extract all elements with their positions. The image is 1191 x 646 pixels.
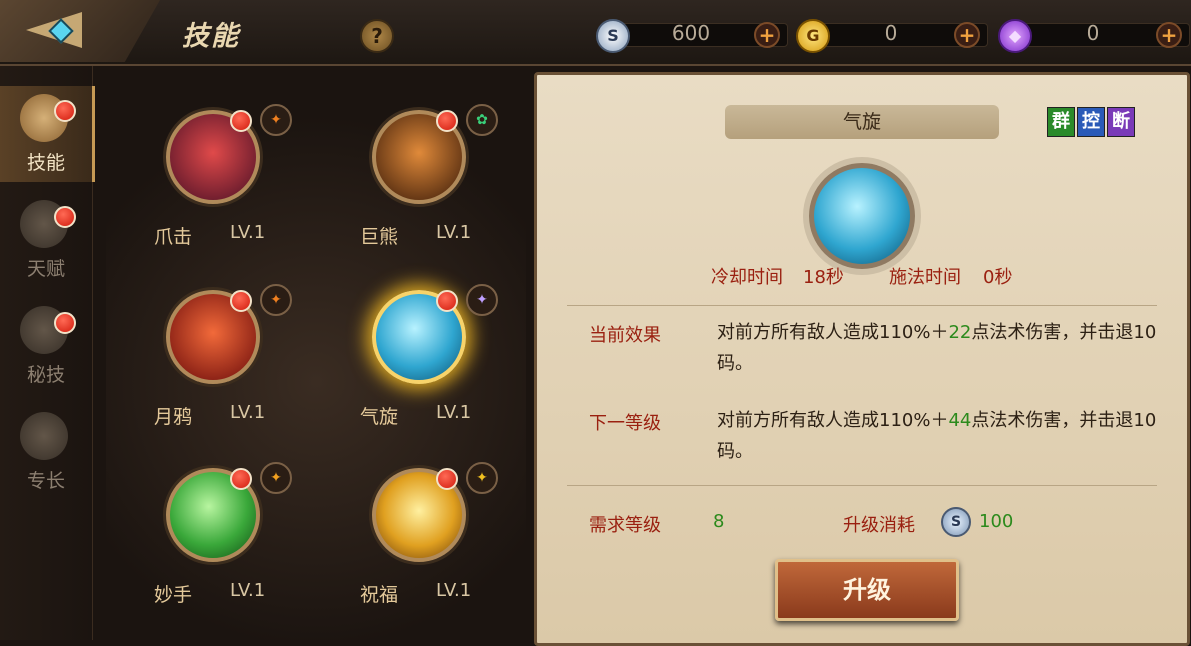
desc-text: 对前方所有敌人造成110%＋ [717, 410, 949, 431]
notification-dot [230, 468, 252, 490]
add-silver-button[interactable]: + [754, 22, 780, 48]
paw-icon: ✿ [466, 104, 498, 136]
nav-label: 专长 [26, 470, 65, 492]
notification-dot [436, 290, 458, 312]
flame-icon: ✦ [260, 284, 292, 316]
top-bar: 技能 ? S 600 + G 0 + ◆ 0 + [0, 0, 1191, 66]
tag-group: 群 [1047, 107, 1075, 137]
skill-level: LV.1 [230, 580, 266, 601]
skill-level: LV.1 [436, 580, 472, 601]
nav-label: 秘技 [26, 364, 65, 386]
nav-item-talent[interactable]: 天赋 [0, 192, 92, 288]
required-level-label: 需求等级 [589, 515, 661, 536]
add-gold-button[interactable]: + [954, 22, 980, 48]
skill-slot-bear[interactable]: ✿ 巨熊 LV.1 [312, 66, 502, 248]
nav-item-secret[interactable]: 秘技 [0, 298, 92, 394]
desc-damage-value: 22 [948, 322, 972, 343]
tag-control: 控 [1077, 107, 1105, 137]
cooldown-value: 18秒 [803, 267, 844, 288]
notification-dot [54, 206, 76, 228]
required-level-value: 8 [713, 511, 725, 532]
skill-slot-cyclone[interactable]: ✦ 气旋 LV.1 [312, 246, 502, 428]
skill-slot-claw[interactable]: ✦ 爪击 LV.1 [106, 66, 296, 248]
skill-slot-blessing[interactable]: ✦ 祝福 LV.1 [312, 424, 502, 606]
skill-name: 巨熊 [360, 226, 399, 248]
skill-level: LV.1 [436, 402, 472, 423]
skill-type-tags: 群控断 [1047, 107, 1137, 137]
notification-dot [436, 468, 458, 490]
notification-dot [54, 100, 76, 122]
desc-text: 对前方所有敌人造成110%＋ [717, 322, 949, 343]
skill-name: 爪击 [154, 226, 193, 248]
gold-amount: 0 [884, 21, 898, 45]
storm-icon: ✦ [466, 284, 498, 316]
back-button[interactable] [0, 0, 160, 62]
notification-dot [436, 110, 458, 132]
nav-item-specialty[interactable]: 专长 [0, 404, 92, 500]
nav-label: 技能 [26, 152, 65, 174]
burst-icon: ✦ [466, 462, 498, 494]
cyclone-large-icon [809, 163, 915, 269]
skill-slot-deft-hand[interactable]: ✦ 妙手 LV.1 [106, 424, 296, 606]
skill-name: 妙手 [154, 584, 193, 606]
crystal-amount: 0 [1086, 21, 1100, 45]
notification-dot [54, 312, 76, 334]
silver-coin-icon: S [941, 507, 971, 537]
swirl-icon: ✦ [260, 462, 292, 494]
skill-detail-panel: 气旋 群控断 冷却时间 18秒 施法时间 0秒 当前效果 对前方所有敌人造成11… [534, 72, 1190, 646]
divider [567, 485, 1157, 486]
skill-level: LV.1 [230, 222, 266, 243]
specialty-icon [20, 412, 68, 460]
notification-dot [230, 290, 252, 312]
cooldown-label: 冷却时间 [711, 267, 783, 288]
current-effect-label: 当前效果 [589, 325, 661, 346]
page-title: 技能 [182, 21, 240, 52]
silver-coin-icon: S [596, 19, 630, 53]
nav-item-skills[interactable]: 技能 [0, 86, 95, 182]
cast-time-value: 0秒 [983, 267, 1013, 288]
skill-level: LV.1 [230, 402, 266, 423]
crystal-icon: ◆ [998, 19, 1032, 53]
next-level-desc: 对前方所有敌人造成110%＋44点法术伤害，并击退10码。 [717, 405, 1157, 467]
silver-amount: 600 [671, 21, 711, 45]
upgrade-cost-label: 升级消耗 [843, 515, 915, 536]
skill-level: LV.1 [436, 222, 472, 243]
help-button[interactable]: ? [360, 19, 394, 53]
add-crystal-button[interactable]: + [1156, 22, 1182, 48]
cast-time-label: 施法时间 [889, 267, 961, 288]
fire-claw-icon: ✦ [260, 104, 292, 136]
upgrade-cost-value: 100 [979, 511, 1014, 532]
next-level-label: 下一等级 [589, 413, 661, 434]
skill-slot-moon-crow[interactable]: ✦ 月鸦 LV.1 [106, 246, 296, 428]
nav-label: 天赋 [26, 258, 65, 280]
upgrade-button[interactable]: 升级 [775, 559, 959, 621]
tag-interrupt: 断 [1107, 107, 1135, 137]
side-nav: 技能 天赋 秘技 专长 [0, 66, 95, 640]
current-effect-desc: 对前方所有敌人造成110%＋22点法术伤害，并击退10码。 [717, 317, 1157, 379]
skill-title: 气旋 [725, 105, 999, 139]
skill-name: 祝福 [360, 584, 399, 606]
skill-grid: ✦ 爪击 LV.1 ✿ 巨熊 LV.1 ✦ 月鸦 LV.1 ✦ 气旋 LV.1 … [106, 66, 526, 640]
divider [567, 305, 1157, 306]
gold-coin-icon: G [796, 19, 830, 53]
desc-damage-value: 44 [948, 410, 972, 431]
notification-dot [230, 110, 252, 132]
